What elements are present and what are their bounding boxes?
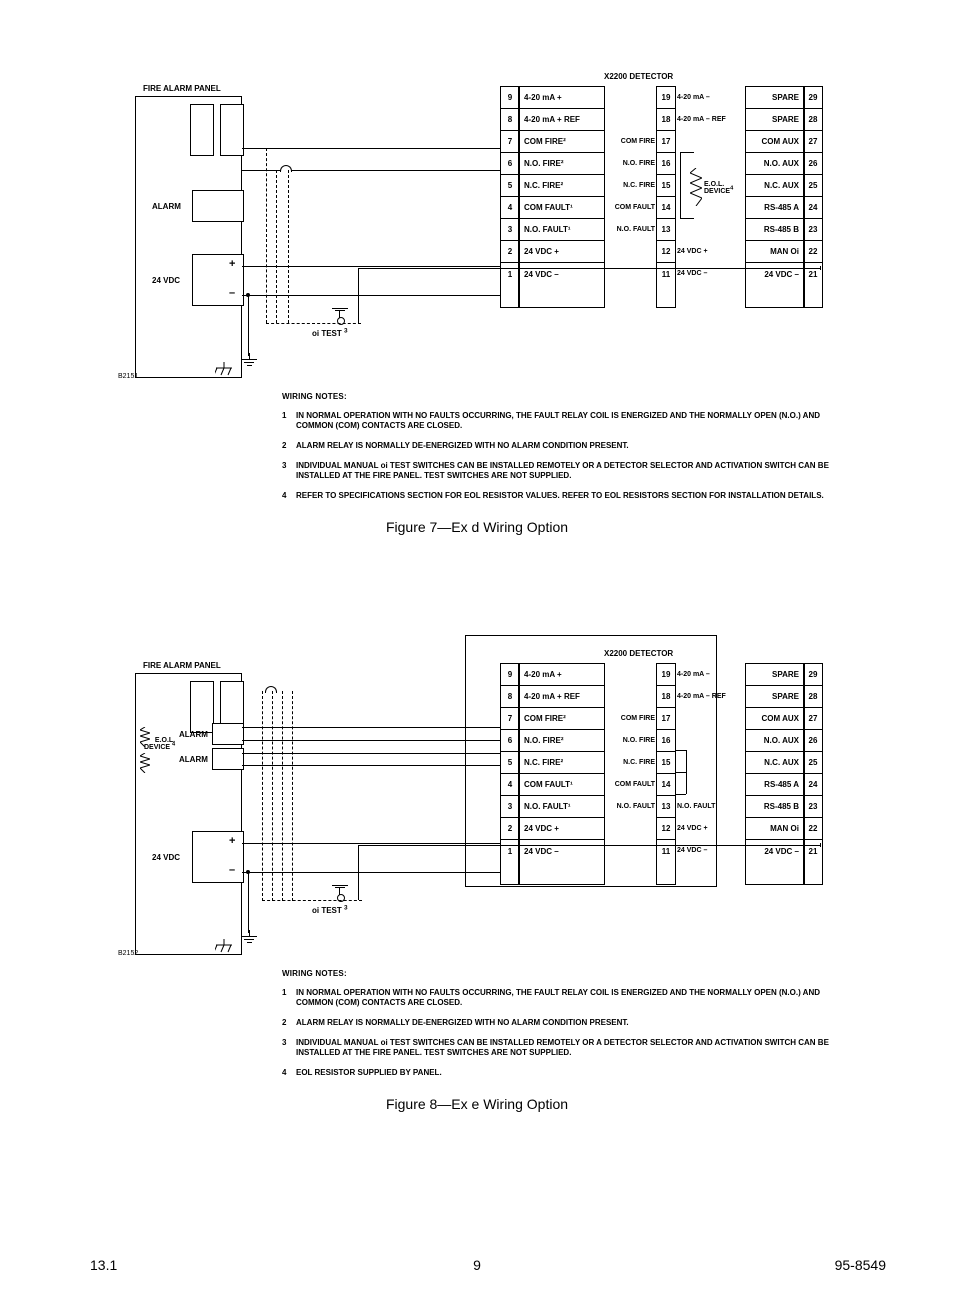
terminal-right-num-col: 292827262524232221 <box>803 663 823 885</box>
note-text: REFER TO SPECIFICATIONS SECTION FOR EOL … <box>296 491 842 501</box>
terminal-right-label-col: SPARESPARECOM AUXN.O. AUXN.C. AUXRS-485 … <box>745 86 805 308</box>
terminal-left-inner-col: COM FIREN.O. FIREN.C. FIRECOM FAULTN.O. … <box>605 86 655 306</box>
vdc24-label: 24 VDC <box>152 853 180 862</box>
eol-device-label: E.O.L. DEVICE4 <box>704 181 733 196</box>
vdc24-box <box>192 831 244 883</box>
chassis-ground-icon <box>215 939 233 953</box>
ground-icon <box>241 930 257 943</box>
terminal-left-num-col: 987654321 <box>500 86 520 308</box>
note-text: INDIVIDUAL MANUAL oi TEST SWITCHES CAN B… <box>296 1038 842 1058</box>
alarm-label: ALARM <box>152 202 181 211</box>
vdc24-box <box>192 254 244 306</box>
figure-7-caption: Figure 7—Ex d Wiring Option <box>0 519 954 535</box>
alarm-receiver-box-2 <box>212 748 244 770</box>
figure-7: FIRE ALARM PANEL ALARM 24 VDC + – oi TES… <box>0 68 954 535</box>
eol-resistor-icon <box>690 168 702 206</box>
chassis-ground-icon <box>215 362 233 376</box>
detector-title: X2200 DETECTOR <box>604 72 673 81</box>
wiring-notes-fig8: WIRING NOTES: 1IN NORMAL OPERATION WITH … <box>282 969 842 1078</box>
figure-8-caption: Figure 8—Ex e Wiring Option <box>0 1096 954 1112</box>
terminal-left-inner-col: COM FIREN.O. FIREN.C. FIRECOM FAULTN.O. … <box>605 663 655 883</box>
note-text: ALARM RELAY IS NORMALLY DE-ENERGIZED WIT… <box>296 1018 842 1028</box>
minus-sign: – <box>229 864 235 876</box>
figure-8: FIRE ALARM PANEL ALARM ALARM E.O.L. DEVI… <box>0 645 954 1112</box>
alarm-box-left <box>190 104 214 156</box>
terminal-right-label-col: SPARESPARECOM AUXN.O. AUXN.C. AUXRS-485 … <box>745 663 805 885</box>
terminal-mid-num-col: 191817161514131211 <box>656 86 676 308</box>
note-text: IN NORMAL OPERATION WITH NO FAULTS OCCUR… <box>296 988 842 1008</box>
eol-resistor-icon-1 <box>140 727 150 747</box>
alarm-receiver-box <box>192 190 244 222</box>
vdc24-label: 24 VDC <box>152 276 180 285</box>
note-text: INDIVIDUAL MANUAL oi TEST SWITCHES CAN B… <box>296 461 842 481</box>
minus-sign: – <box>229 287 235 299</box>
note-text: ALARM RELAY IS NORMALLY DE-ENERGIZED WIT… <box>296 441 842 451</box>
detector-title: X2200 DETECTOR <box>604 649 673 658</box>
oi-test-label: oi TEST 3 <box>312 329 348 338</box>
ground-icon <box>241 353 257 366</box>
terminal-left-label-col: 4-20 mA +4-20 mA + REFCOM FIRE²N.O. FIRE… <box>518 86 605 308</box>
note-text: EOL RESISTOR SUPPLIED BY PANEL. <box>296 1068 842 1078</box>
drawing-ref-fig8: B2152 <box>118 950 138 957</box>
alarm-box-left <box>190 681 214 733</box>
terminal-right-num-col: 292827262524232221 <box>803 86 823 308</box>
wiring-notes-fig7: WIRING NOTES: 1IN NORMAL OPERATION WITH … <box>282 392 842 501</box>
terminal-left-num-col: 987654321 <box>500 663 520 885</box>
fire-alarm-panel-label: FIRE ALARM PANEL <box>143 84 221 93</box>
terminal-mid-label-col: 4-20 mA –4-20 mA – REFN.O. FAULT24 VDC +… <box>677 663 752 883</box>
alarm-label-1: ALARM <box>179 730 208 739</box>
alarm-label-2: ALARM <box>179 755 208 764</box>
eol-resistor-icon-2 <box>140 753 150 773</box>
oi-test-label: oi TEST 3 <box>312 906 348 915</box>
alarm-receiver-box-1 <box>212 723 244 745</box>
terminal-left-label-col: 4-20 mA +4-20 mA + REFCOM FIRE²N.O. FIRE… <box>518 663 605 885</box>
note-text: IN NORMAL OPERATION WITH NO FAULTS OCCUR… <box>296 411 842 431</box>
wiring-notes-title: WIRING NOTES: <box>282 392 842 401</box>
footer-center: 9 <box>0 1257 954 1273</box>
plus-sign: + <box>229 835 235 847</box>
fire-alarm-panel-label: FIRE ALARM PANEL <box>143 661 221 670</box>
terminal-mid-num-col: 191817161514131211 <box>656 663 676 885</box>
drawing-ref-fig7: B2151 <box>118 373 138 380</box>
wiring-notes-title: WIRING NOTES: <box>282 969 842 978</box>
footer-right: 95-8549 <box>835 1257 886 1273</box>
terminal-mid-label-col: 4-20 mA –4-20 mA – REF24 VDC +24 VDC – <box>677 86 752 306</box>
plus-sign: + <box>229 258 235 270</box>
alarm-box-right <box>220 104 244 156</box>
